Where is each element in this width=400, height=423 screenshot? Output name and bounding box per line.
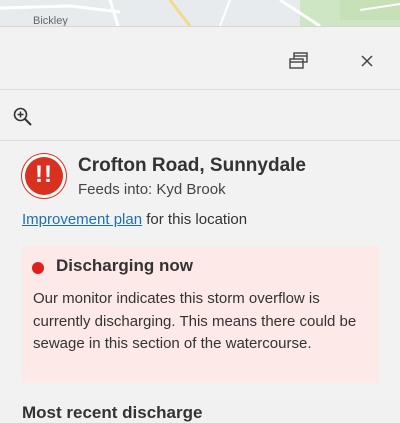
discharge-status-box: Discharging now Our monitor indicates th… [22, 246, 379, 383]
improvement-plan-suffix: for this location [142, 211, 248, 228]
location-header: !! Crofton Road, Sunnydale Feeds into: K… [22, 153, 382, 203]
alert-badge-text: !! [35, 161, 53, 188]
dock-window-icon[interactable] [288, 51, 310, 71]
discharge-status-body: Our monitor indicates this storm overflo… [33, 290, 357, 352]
panel-toolbar [0, 27, 400, 90]
status-dot-icon [32, 262, 44, 274]
map-background[interactable]: Bickley [0, 0, 400, 26]
improvement-plan-link[interactable]: Improvement plan [22, 211, 142, 228]
alert-icon: !! [22, 154, 66, 198]
discharge-status-title: Discharging now [56, 256, 193, 275]
zoom-in-icon[interactable] [12, 106, 34, 128]
map-place-label: Bickley [33, 15, 68, 26]
zoom-bar [0, 90, 400, 141]
most-recent-discharge-heading: Most recent discharge [22, 403, 203, 422]
close-icon[interactable] [357, 51, 377, 71]
location-panel: !! Crofton Road, Sunnydale Feeds into: K… [0, 26, 400, 422]
improvement-plan-line: Improvement plan for this location [22, 211, 247, 228]
feeds-into-text: Feeds into: Kyd Brook [78, 181, 226, 198]
location-title: Crofton Road, Sunnydale [78, 155, 306, 176]
